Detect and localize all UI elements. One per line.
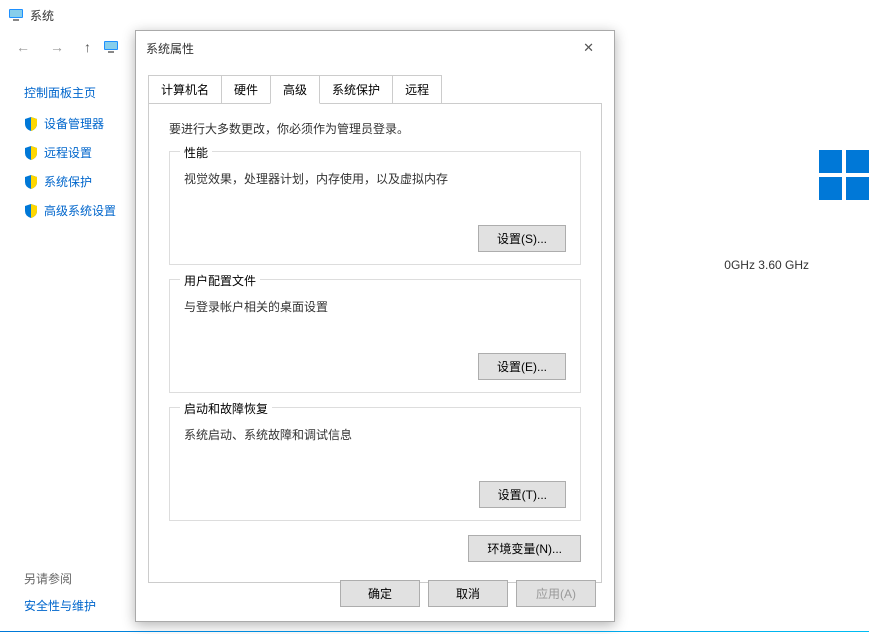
sidebar-item-remote[interactable]: 远程设置 — [24, 144, 123, 161]
windows-logo-icon — [819, 150, 869, 200]
ok-button[interactable]: 确定 — [340, 580, 420, 607]
tabs: 计算机名 硬件 高级 系统保护 远程 — [136, 65, 614, 104]
user-profiles-settings-button[interactable]: 设置(E)... — [478, 353, 566, 380]
close-icon[interactable]: ✕ — [573, 38, 604, 58]
shield-icon — [24, 204, 38, 218]
fieldset-desc: 系统启动、系统故障和调试信息 — [184, 426, 566, 443]
shield-icon — [24, 175, 38, 189]
tab-hardware[interactable]: 硬件 — [221, 75, 271, 104]
nav-back-icon[interactable]: ← — [8, 35, 38, 59]
cancel-button[interactable]: 取消 — [428, 580, 508, 607]
startup-recovery-settings-button[interactable]: 设置(T)... — [479, 481, 566, 508]
tab-protection[interactable]: 系统保护 — [319, 75, 393, 104]
window-titlebar: 系统 — [0, 0, 869, 30]
system-properties-dialog: 系统属性 ✕ 计算机名 硬件 高级 系统保护 远程 要进行大多数更改，你必须作为… — [135, 30, 615, 622]
fieldset-legend: 启动和故障恢复 — [180, 400, 272, 417]
window-title: 系统 — [30, 7, 54, 24]
sidebar-item-device-manager[interactable]: 设备管理器 — [24, 115, 123, 132]
fieldset-legend: 用户配置文件 — [180, 272, 260, 289]
sidebar-item-label: 远程设置 — [44, 144, 92, 161]
fieldset-legend: 性能 — [180, 144, 212, 161]
shield-icon — [24, 117, 38, 131]
fieldset-startup-recovery: 启动和故障恢复 系统启动、系统故障和调试信息 设置(T)... — [169, 407, 581, 521]
sidebar-item-label: 高级系统设置 — [44, 202, 116, 219]
fieldset-desc: 与登录帐户相关的桌面设置 — [184, 298, 566, 315]
sidebar-item-label: 设备管理器 — [44, 115, 104, 132]
nav-up-icon[interactable]: ↑ — [76, 35, 99, 59]
fieldset-performance: 性能 视觉效果，处理器计划，内存使用，以及虚拟内存 设置(S)... — [169, 151, 581, 265]
tab-remote[interactable]: 远程 — [392, 75, 442, 104]
shield-icon — [24, 146, 38, 160]
see-also: 另请参阅 安全性与维护 — [24, 570, 96, 614]
bottom-accent-bar — [0, 631, 869, 632]
tab-advanced[interactable]: 高级 — [270, 75, 320, 104]
nav-forward-icon[interactable]: → — [42, 35, 72, 59]
environment-variables-button[interactable]: 环境变量(N)... — [468, 535, 581, 562]
sidebar-item-protection[interactable]: 系统保护 — [24, 173, 123, 190]
sidebar-header[interactable]: 控制面板主页 — [24, 84, 123, 101]
dialog-titlebar[interactable]: 系统属性 ✕ — [136, 31, 614, 65]
apply-button[interactable]: 应用(A) — [516, 580, 596, 607]
intro-text: 要进行大多数更改，你必须作为管理员登录。 — [169, 120, 581, 137]
fieldset-user-profiles: 用户配置文件 与登录帐户相关的桌面设置 设置(E)... — [169, 279, 581, 393]
tab-computer-name[interactable]: 计算机名 — [148, 75, 222, 104]
dialog-buttons: 确定 取消 应用(A) — [340, 580, 596, 607]
tab-content: 要进行大多数更改，你必须作为管理员登录。 性能 视觉效果，处理器计划，内存使用，… — [148, 103, 602, 583]
dialog-title: 系统属性 — [146, 40, 194, 57]
see-also-link[interactable]: 安全性与维护 — [24, 597, 96, 614]
breadcrumb-system-icon — [103, 39, 119, 55]
cpu-info-text: 0GHz 3.60 GHz — [724, 258, 809, 272]
see-also-header: 另请参阅 — [24, 570, 96, 587]
sidebar-item-label: 系统保护 — [44, 173, 92, 190]
fieldset-desc: 视觉效果，处理器计划，内存使用，以及虚拟内存 — [184, 170, 566, 187]
system-icon — [8, 7, 24, 23]
performance-settings-button[interactable]: 设置(S)... — [478, 225, 566, 252]
sidebar-item-advanced[interactable]: 高级系统设置 — [24, 202, 123, 219]
sidebar: 控制面板主页 设备管理器 远程设置 系统保护 高级系统设置 — [0, 64, 135, 634]
